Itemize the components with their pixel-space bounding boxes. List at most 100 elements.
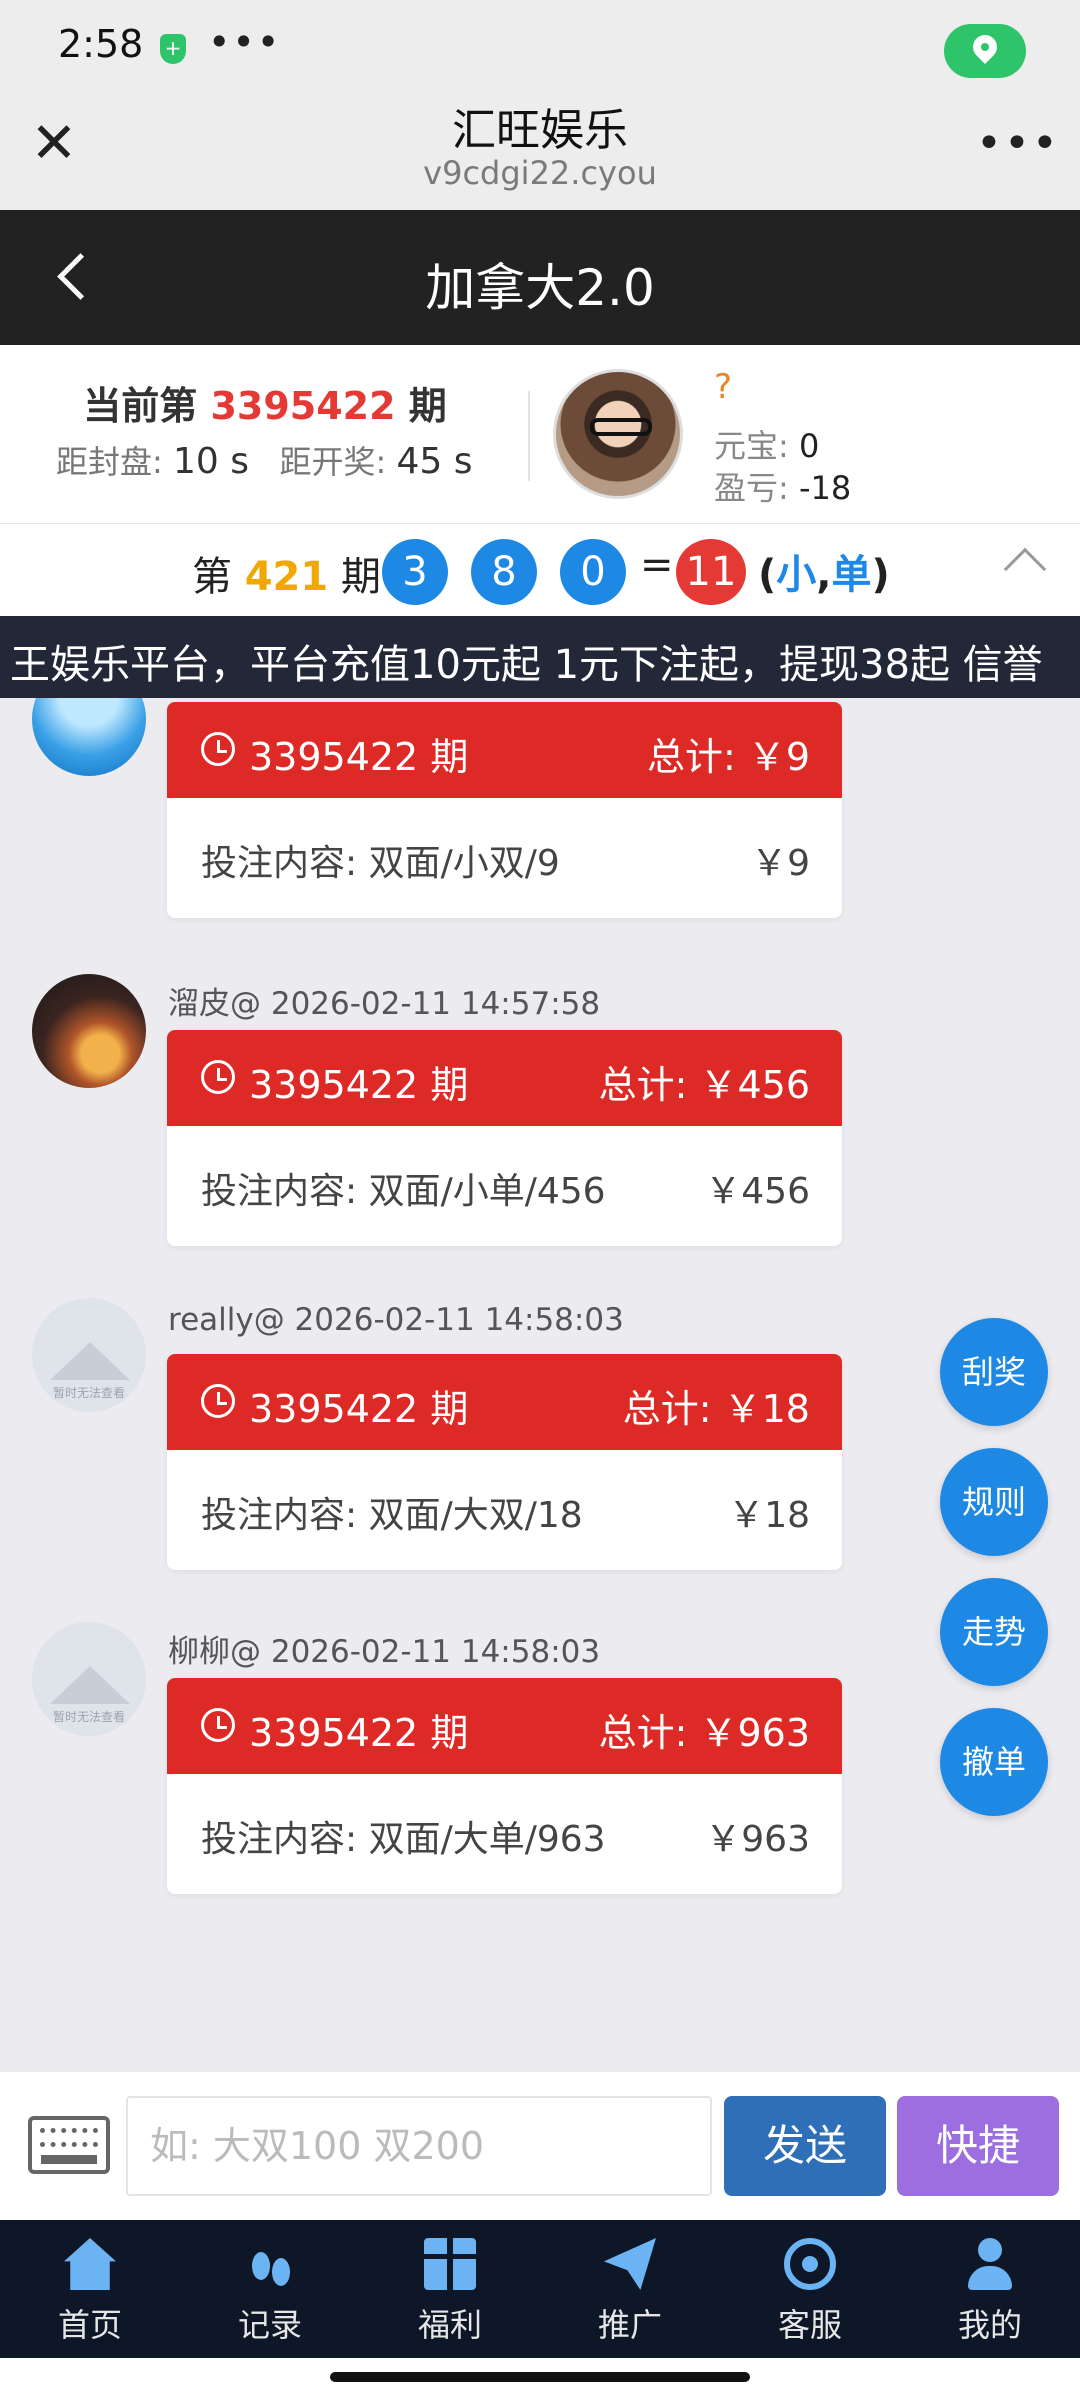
profit-value: -18 (798, 469, 852, 507)
browser-header: ✕ 汇旺娱乐 v9cdgi22.cyou ••• (0, 88, 1080, 210)
status-time: 2:58 (58, 22, 144, 66)
clock-icon (201, 1060, 235, 1094)
message-meta: really@ 2026-02-11 14:58:03 (168, 1302, 624, 1338)
bet-card-header: 3395422 期 总计: ￥9 (167, 702, 842, 798)
close-label: 距封盘: (56, 443, 163, 481)
bet-content: 投注内容: 双面/小双/9 (201, 843, 560, 884)
result-ball: 3 (382, 539, 448, 605)
input-bar: 发送 快捷 (0, 2072, 1080, 2220)
bet-card-header: 3395422 期 总计: ￥456 (167, 1030, 842, 1126)
location-icon[interactable] (944, 24, 1026, 78)
cancel-bet-button[interactable]: 撤单 (940, 1708, 1048, 1816)
bet-total: 总计: ￥963 (598, 1711, 810, 1755)
user-avatar[interactable] (553, 369, 683, 499)
tab-service[interactable]: 客服 (720, 2220, 900, 2358)
last-draw-result[interactable]: 第 421 期 3 8 0 = 11 (小,单) (0, 523, 1080, 616)
bet-issue: 3395422 期 (249, 1387, 469, 1431)
bet-card: 3395422 期 总计: ￥18 投注内容: 双面/大双/18 ￥18 (167, 1354, 842, 1570)
tab-mine[interactable]: 我的 (900, 2220, 1080, 2358)
bet-content: 投注内容: 双面/大双/18 (201, 1495, 583, 1536)
draw-value: 45 s (396, 441, 473, 482)
period-suffix: 期 (408, 384, 447, 428)
attr-size: 小 (776, 552, 817, 598)
bet-card-header: 3395422 期 总计: ￥963 (167, 1678, 842, 1774)
attr-parity: 单 (831, 552, 872, 598)
avatar-placeholder: 暂时无法查看 (32, 1622, 146, 1736)
status-dots: ••• (208, 20, 282, 64)
announcement-text: 王娱乐平台，平台充值10元起 1元下注起，提现38起 信誉 (10, 642, 1043, 688)
close-value: 10 s (172, 441, 249, 482)
chevron-up-icon[interactable] (1003, 547, 1047, 591)
gift-icon (424, 2238, 476, 2290)
clock-icon (201, 1708, 235, 1742)
bet-card: 3395422 期 总计: ￥9 投注内容: 双面/小双/9 ￥9 (167, 702, 842, 918)
attr-comma: , (816, 552, 832, 598)
bet-content: 投注内容: 双面/大单/963 (201, 1819, 606, 1860)
avatar (32, 974, 146, 1088)
rules-button[interactable]: 规则 (940, 1448, 1048, 1556)
page-navbar: 加拿大2.0 (0, 210, 1080, 345)
profit-loss: 盈亏: -18 (714, 463, 851, 509)
user-icon (964, 2238, 1016, 2290)
period-number: 3395422 (210, 384, 396, 428)
tab-label: 记录 (237, 2306, 302, 2344)
tab-promote[interactable]: 推广 (540, 2220, 720, 2358)
bet-issue: 3395422 期 (249, 1063, 469, 1107)
scratch-button[interactable]: 刮奖 (940, 1318, 1048, 1426)
bet-total: 总计: ￥456 (598, 1063, 810, 1107)
draw-issue-number: 421 (244, 554, 329, 600)
bet-amount: ￥963 (705, 1819, 810, 1860)
bet-amount: ￥18 (728, 1495, 810, 1536)
game-info-panel: 当前第 3395422 期 距封盘: 10 s 距开奖: 45 s ? 元宝: … (0, 345, 1080, 523)
divider (528, 391, 530, 481)
headset-icon (784, 2238, 836, 2290)
bet-card-header: 3395422 期 总计: ￥18 (167, 1354, 842, 1450)
send-button[interactable]: 发送 (724, 2096, 886, 2196)
trend-button[interactable]: 走势 (940, 1578, 1048, 1686)
tab-welfare[interactable]: 福利 (360, 2220, 540, 2358)
draw-issue: 第 421 期 (192, 544, 381, 602)
bet-amount: ￥9 (751, 843, 810, 884)
draw-label: 距开奖: (279, 443, 387, 481)
message-meta: 柳柳@ 2026-02-11 14:58:03 (168, 1634, 601, 1670)
tab-records[interactable]: 记录 (180, 2220, 360, 2358)
avatar-placeholder: 暂时无法查看 (32, 1298, 146, 1412)
bet-content: 投注内容: 双面/小单/456 (201, 1171, 606, 1212)
username: ? (714, 367, 733, 407)
clock-icon (201, 1384, 235, 1418)
footprint-icon (244, 2238, 296, 2290)
balance-label: 元宝: (714, 427, 789, 465)
paper-plane-icon (604, 2238, 656, 2290)
period-prefix: 当前第 (83, 384, 198, 428)
page-title: 加拿大2.0 (425, 259, 655, 317)
tab-home[interactable]: 首页 (0, 2220, 180, 2358)
result-ball: 8 (471, 539, 537, 605)
balance-value: 0 (798, 427, 820, 465)
attr-close: ) (871, 552, 890, 598)
quick-bet-button[interactable]: 快捷 (897, 2096, 1059, 2196)
avatar-caption: 暂时无法查看 (52, 1386, 125, 1400)
avatar-caption: 暂时无法查看 (52, 1710, 125, 1724)
bet-input[interactable] (126, 2096, 712, 2196)
result-sum-ball: 11 (676, 539, 746, 605)
tab-label: 我的 (957, 2306, 1022, 2344)
tab-label: 首页 (57, 2306, 122, 2344)
status-bar: 2:58 + ••• (0, 0, 1080, 88)
tab-label: 福利 (417, 2306, 482, 2344)
profit-label: 盈亏: (714, 469, 789, 507)
tab-label: 客服 (777, 2306, 842, 2344)
current-period: 当前第 3395422 期 (0, 375, 530, 430)
result-ball: 0 (560, 539, 626, 605)
chat-area[interactable]: 3395422 期 总计: ￥9 投注内容: 双面/小双/9 ￥9 溜皮@ 20… (0, 698, 1080, 2072)
more-menu-icon[interactable]: ••• (976, 118, 1060, 169)
bet-total: 总计: ￥18 (622, 1387, 810, 1431)
keyboard-icon[interactable] (28, 2116, 110, 2174)
tab-label: 推广 (597, 2306, 662, 2344)
site-title: 汇旺娱乐 (452, 105, 628, 156)
announcement-marquee: 王娱乐平台，平台充值10元起 1元下注起，提现38起 信誉 (0, 616, 1080, 698)
attr-open: ( (758, 552, 777, 598)
home-indicator (0, 2358, 1080, 2400)
home-icon (64, 2238, 116, 2290)
balance: 元宝: 0 (714, 421, 819, 467)
bet-card: 3395422 期 总计: ￥456 投注内容: 双面/小单/456 ￥456 (167, 1030, 842, 1246)
